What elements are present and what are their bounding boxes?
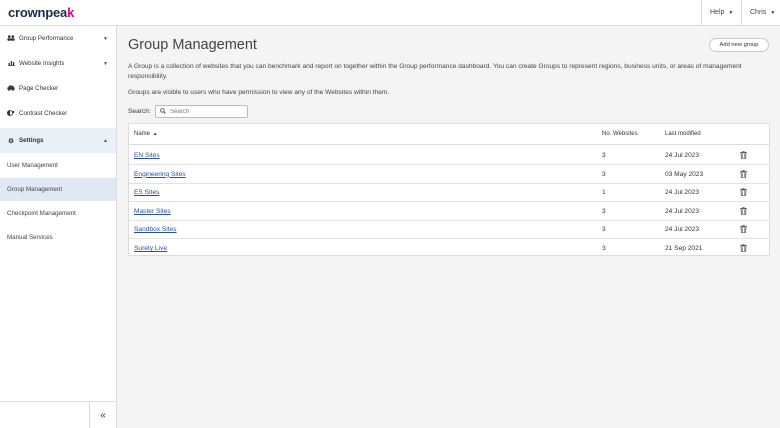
trash-icon[interactable] — [740, 206, 747, 215]
last-modified-date: 03 May 2023 — [665, 170, 704, 178]
table-row: Sandbox Sites 3 24 Jul 2023 — [129, 220, 769, 240]
search-icon — [160, 107, 166, 116]
sidebar-subitem-user-management[interactable]: User Management — [0, 154, 116, 177]
trash-icon[interactable] — [740, 188, 747, 197]
table-row: Surety Live 3 21 Sep 2021 — [129, 239, 769, 258]
caret-down-icon: ▼ — [770, 9, 776, 16]
people-icon — [7, 34, 15, 43]
bar-chart-icon — [7, 60, 15, 68]
caret-down-icon: ▼ — [103, 60, 108, 67]
gear-icon: ⚙ — [8, 137, 14, 145]
website-count: 3 — [602, 152, 606, 159]
sidebar-subitem-label: Group Management — [7, 186, 63, 193]
trash-icon[interactable] — [740, 169, 747, 178]
crownpeak-logo[interactable]: crownpeak — [8, 5, 74, 20]
group-name-link[interactable]: ES Sites — [134, 189, 159, 196]
sidebar-item-settings[interactable]: ⚙ Settings ▲ — [0, 128, 116, 153]
column-header-last-modified: Last modified — [665, 131, 701, 137]
group-name-link[interactable]: Engineering Sites — [134, 171, 186, 178]
website-count: 3 — [602, 245, 606, 252]
groups-table: Name ▲ No. Websites Last modified EN Site… — [128, 123, 770, 256]
sidebar-item-label: Contrast Checker — [19, 110, 68, 117]
help-label: Help — [710, 9, 725, 16]
website-count: 1 — [602, 189, 606, 197]
group-name-link[interactable]: Sandbox Sites — [134, 226, 177, 233]
sidebar-subitem-checkpoint-management[interactable]: Checkpoint Management — [0, 202, 116, 225]
group-name-link[interactable]: EN Sites — [134, 152, 160, 159]
last-modified-date: 24 Jul 2023 — [665, 152, 700, 159]
group-name-link[interactable]: Surety Live — [134, 245, 167, 252]
table-header: Name ▲ No. Websites Last modified — [129, 124, 769, 145]
sidebar-item-contrast-checker[interactable]: Contrast Checker — [0, 101, 116, 126]
group-name-link[interactable]: Master Sites — [134, 208, 171, 215]
last-modified-date: 24 Jul 2023 — [665, 207, 700, 215]
website-count: 3 — [602, 226, 606, 234]
website-count: 3 — [602, 207, 606, 215]
page-title: Group Management — [128, 37, 257, 53]
main-content: Group Management Add new group A Group i… — [117, 26, 780, 428]
sidebar-item-label: Group Performance — [19, 35, 74, 42]
last-modified-date: 24 Jul 2023 — [665, 189, 700, 197]
caret-up-icon: ▲ — [103, 137, 108, 144]
sidebar-footer: « — [0, 401, 116, 428]
sidebar: Group Performance ▼ Website Insights ▼ P… — [0, 26, 117, 428]
search-label: Search: — [128, 108, 151, 115]
sidebar-item-label: Page Checker — [19, 85, 59, 92]
table-row: EN Sites 3 24 Jul 2023 — [129, 146, 769, 165]
sidebar-item-group-performance[interactable]: Group Performance ▼ — [0, 26, 116, 51]
sidebar-subitem-label: Checkpoint Management — [7, 210, 76, 217]
trash-icon[interactable] — [740, 151, 747, 160]
table-row: ES Sites 1 24 Jul 2023 — [129, 183, 769, 203]
sidebar-item-label: Website Insights — [19, 60, 65, 67]
top-bar: crownpeak Help ▼ Chris ▼ — [0, 0, 780, 26]
car-icon — [7, 85, 15, 93]
trash-icon[interactable] — [740, 244, 747, 253]
sidebar-subitem-group-management[interactable]: Group Management — [0, 178, 116, 201]
user-menu[interactable]: Chris ▼ — [741, 0, 780, 25]
sidebar-subitem-label: User Management — [7, 162, 58, 169]
page-description: A Group is a collection of websites that… — [128, 63, 742, 80]
sidebar-subitem-manual-services[interactable]: Manual Services — [0, 226, 116, 249]
double-chevron-left-icon: « — [100, 410, 106, 421]
search-input[interactable] — [170, 108, 245, 115]
help-menu[interactable]: Help ▼ — [701, 0, 741, 25]
sidebar-item-label: Settings — [19, 137, 44, 144]
column-header-name[interactable]: Name ▲ — [134, 131, 157, 137]
website-count: 3 — [602, 170, 606, 178]
collapse-sidebar-button[interactable]: « — [89, 402, 116, 428]
visibility-note: Groups are visible to users who have per… — [128, 89, 390, 96]
caret-down-icon: ▼ — [728, 9, 734, 16]
sidebar-item-website-insights[interactable]: Website Insights ▼ — [0, 51, 116, 76]
last-modified-date: 21 Sep 2021 — [665, 245, 703, 252]
table-row: Engineering Sites 3 03 May 2023 — [129, 165, 769, 184]
table-row: Master Sites 3 24 Jul 2023 — [129, 202, 769, 221]
trash-icon[interactable] — [740, 225, 747, 234]
sort-ascending-icon: ▲ — [153, 131, 158, 136]
last-modified-date: 24 Jul 2023 — [665, 226, 700, 234]
user-label: Chris — [750, 9, 767, 16]
add-new-group-button[interactable]: Add new group — [709, 38, 769, 52]
sidebar-item-page-checker[interactable]: Page Checker — [0, 76, 116, 101]
search-field[interactable] — [155, 105, 248, 118]
contrast-icon — [7, 109, 15, 118]
caret-down-icon: ▼ — [103, 35, 108, 42]
sidebar-subitem-label: Manual Services — [7, 234, 53, 241]
column-header-websites: No. Websites — [602, 131, 638, 137]
